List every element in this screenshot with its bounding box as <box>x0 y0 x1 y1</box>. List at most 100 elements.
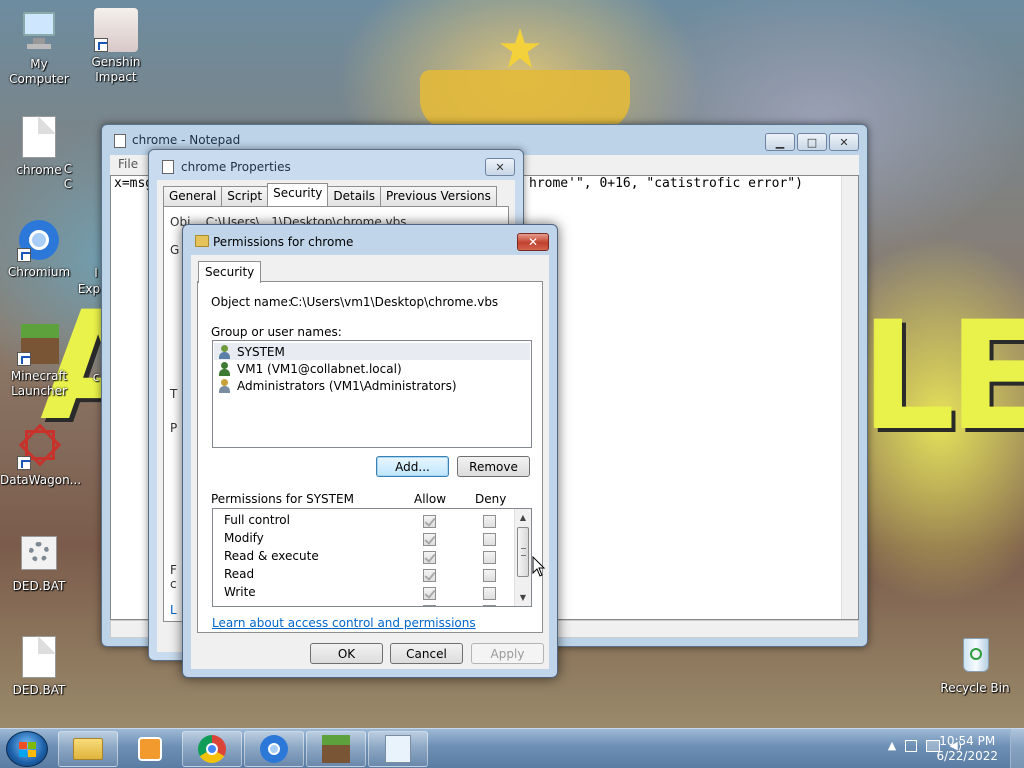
show-desktop-button[interactable] <box>1010 729 1024 768</box>
deny-checkbox[interactable] <box>483 605 496 606</box>
link-fragment[interactable]: L <box>170 603 177 617</box>
taskbar-media-player[interactable] <box>120 731 180 767</box>
vertical-scrollbar[interactable] <box>841 176 858 619</box>
deny-checkbox[interactable] <box>483 551 496 564</box>
deny-column-header: Deny <box>475 492 507 506</box>
ok-button[interactable]: OK <box>310 643 383 664</box>
start-button[interactable] <box>6 731 48 767</box>
taskbar-minecraft[interactable] <box>306 731 366 767</box>
close-button[interactable]: ✕ <box>485 158 515 176</box>
allow-checkbox[interactable] <box>423 533 436 546</box>
close-icon: ✕ <box>839 135 849 149</box>
close-button[interactable]: ✕ <box>829 133 859 151</box>
taskbar-notepad[interactable] <box>368 731 428 767</box>
label-fragment: G <box>170 243 180 257</box>
scroll-down-icon[interactable]: ▼ <box>515 589 531 605</box>
minecraft-icon <box>322 735 350 763</box>
apply-button[interactable]: Apply <box>471 643 544 664</box>
permission-row: Read <box>213 565 513 583</box>
folder-icon <box>195 235 209 247</box>
tab-script[interactable]: Script <box>221 186 269 206</box>
permission-name: Full control <box>224 513 290 527</box>
allow-checkbox[interactable] <box>423 515 436 528</box>
permissions-list[interactable]: Full control Modify Read & execute Read <box>212 508 532 607</box>
desktop-icon-label-partial: Exp <box>77 282 101 296</box>
gears-icon <box>17 532 61 576</box>
taskbar-explorer[interactable] <box>58 731 118 767</box>
deny-checkbox[interactable] <box>483 569 496 582</box>
deny-checkbox[interactable] <box>483 587 496 600</box>
deny-checkbox[interactable] <box>483 533 496 546</box>
action-center-icon[interactable] <box>905 739 918 752</box>
tab-previous-versions[interactable]: Previous Versions <box>380 186 497 206</box>
label-fragment: T <box>170 387 178 401</box>
desktop-icon-recycle-bin[interactable]: Recycle Bin <box>936 634 1014 696</box>
wallpaper-star <box>500 28 540 68</box>
allow-checkbox[interactable] <box>423 569 436 582</box>
user-list[interactable]: SYSTEM VM1 (VM1@collabnet.local) Adminis… <box>212 340 532 448</box>
close-button[interactable]: ✕ <box>517 233 549 251</box>
deny-checkbox[interactable] <box>483 515 496 528</box>
remove-button[interactable]: Remove <box>457 456 530 477</box>
permissions-for-label: Permissions for SYSTEM <box>211 492 354 506</box>
user-list-item[interactable]: SYSTEM <box>214 343 530 360</box>
wallpaper-art-right: LE <box>860 290 1024 464</box>
learn-access-control-link[interactable]: Learn about access control and permissio… <box>212 616 476 630</box>
user-list-item[interactable]: Administrators (VM1\Administrators) <box>214 377 530 394</box>
tab-strip: General Script Security Details Previous… <box>163 183 497 206</box>
users-group-icon <box>218 344 232 359</box>
dialog-title: Permissions for chrome <box>213 235 354 249</box>
desktop-icon-genshin-impact[interactable]: Genshin Impact <box>77 8 155 85</box>
chrome-icon <box>198 735 226 763</box>
scroll-up-icon[interactable]: ▲ <box>515 509 531 525</box>
tab-security[interactable]: Security <box>267 183 329 206</box>
permissions-dialog[interactable]: Permissions for chrome ✕ Security Object… <box>182 224 558 678</box>
allow-checkbox[interactable] <box>423 551 436 564</box>
tab-security[interactable]: Security <box>198 261 262 283</box>
desktop-icon-my-computer[interactable]: My Computer <box>0 10 78 87</box>
mouse-cursor-icon <box>532 556 546 577</box>
shortcut-arrow-icon <box>17 456 31 470</box>
menu-file[interactable]: File <box>118 157 138 171</box>
caption-buttons: ▁ □ ✕ <box>765 133 859 151</box>
chromium-icon <box>17 218 61 262</box>
desktop-icon-label-partial: C <box>63 177 73 191</box>
cancel-button[interactable]: Cancel <box>390 643 463 664</box>
tab-general[interactable]: General <box>163 186 223 206</box>
desktop-icon-chromium[interactable]: Chromium <box>0 218 78 280</box>
permission-row: Read & execute <box>213 547 513 565</box>
taskbar-chrome[interactable] <box>182 731 242 767</box>
vertical-scrollbar[interactable]: ▲ ▼ <box>514 509 531 606</box>
label-fragment: P <box>170 421 178 435</box>
chromium-icon <box>260 735 288 763</box>
desktop-icon-datawagon[interactable]: DataWagon... <box>0 423 82 488</box>
tab-details[interactable]: Details <box>327 186 381 206</box>
desktop-icon-label: DataWagon... <box>0 473 82 487</box>
permission-row: Write <box>213 583 513 601</box>
desktop-icon-minecraft-launcher[interactable]: Minecraft Launcher <box>0 322 78 399</box>
permission-name: Modify <box>224 531 264 545</box>
allow-checkbox[interactable] <box>423 605 436 606</box>
clock[interactable]: 10:54 PM 6/22/2022 <box>936 734 998 764</box>
minimize-button[interactable]: ▁ <box>765 133 795 151</box>
user-name: Administrators (VM1\Administrators) <box>237 378 457 393</box>
desktop-icon-ded-bat[interactable]: DED.BAT <box>0 636 78 698</box>
close-icon: ✕ <box>527 235 539 249</box>
allow-checkbox[interactable] <box>423 587 436 600</box>
add-button[interactable]: Add... <box>376 456 449 477</box>
notepad-icon <box>114 134 126 148</box>
desktop-icon-label: DED.BAT <box>12 579 66 593</box>
desktop-icon-ded-bat-gears[interactable]: DED.BAT <box>0 532 78 594</box>
security-panel: Object name: C:\Users\vm1\Desktop\chrome… <box>197 281 543 633</box>
taskbar-chromium[interactable] <box>244 731 304 767</box>
windows-logo-icon <box>19 742 37 758</box>
scrollbar-thumb[interactable] <box>517 527 529 577</box>
shortcut-arrow-icon <box>94 38 108 52</box>
object-name-label: Object name: <box>211 295 292 309</box>
user-name: VM1 (VM1@collabnet.local) <box>237 361 402 376</box>
maximize-button[interactable]: □ <box>797 133 827 151</box>
user-list-item[interactable]: VM1 (VM1@collabnet.local) <box>214 360 530 377</box>
show-hidden-icons-icon[interactable]: ▲ <box>888 739 896 752</box>
maximize-icon: □ <box>806 135 818 149</box>
dialog-body: Security Object name: C:\Users\vm1\Deskt… <box>191 255 549 669</box>
